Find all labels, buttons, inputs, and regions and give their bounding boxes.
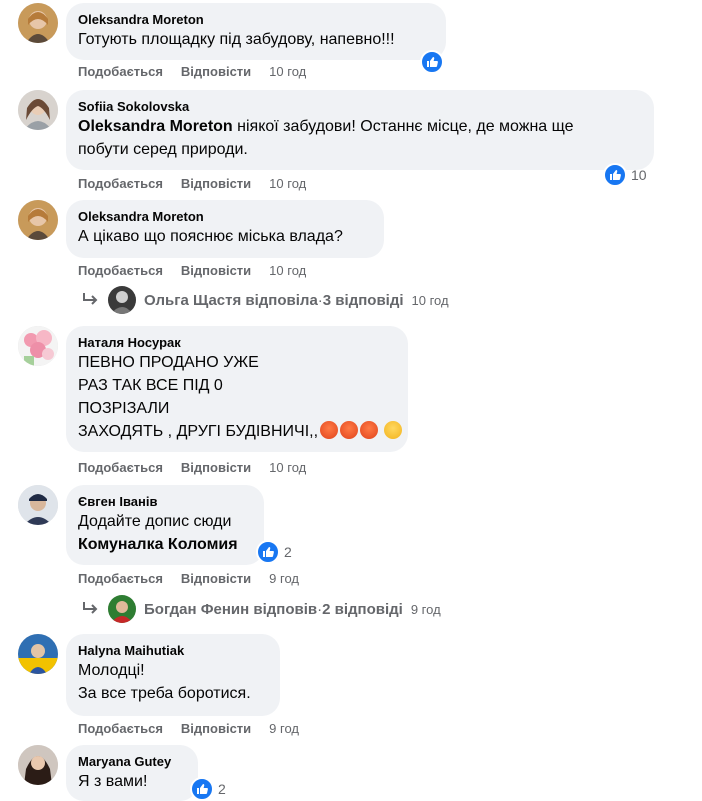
angry-emoji	[340, 421, 359, 439]
comment-author[interactable]: Maryana Gutey	[78, 753, 186, 770]
avatar[interactable]	[18, 745, 58, 785]
reply-button[interactable]: Відповісти	[181, 176, 251, 191]
avatar[interactable]	[18, 485, 58, 525]
comment-actions: Подобається Відповісти 10 год	[78, 460, 306, 475]
comment-text: Додайте допис сюди Комуналка Коломия	[78, 513, 238, 553]
reply-button[interactable]: Відповісти	[181, 64, 251, 79]
comment-author[interactable]: Halyna Maihutiak	[78, 642, 268, 659]
like-button[interactable]: Подобається	[78, 721, 163, 736]
thumbs-up-icon	[420, 50, 444, 74]
comment-bubble: Sofiia Sokolovska Oleksandra Moreton нія…	[66, 90, 654, 170]
thumbs-up-icon	[190, 777, 214, 801]
like-button[interactable]: Подобається	[78, 460, 163, 475]
mention-link[interactable]: Комуналка Коломия	[78, 536, 238, 553]
like-button[interactable]: Подобається	[78, 176, 163, 191]
comment-author[interactable]: Oleksandra Moreton	[78, 11, 434, 28]
reaction-count[interactable]: 2	[256, 540, 292, 564]
timestamp[interactable]: 10 год	[269, 176, 306, 191]
comment-author[interactable]: Oleksandra Moreton	[78, 208, 372, 225]
comment-author[interactable]: Наталя Носурак	[78, 334, 396, 351]
comment-text: Молодці! За все треба боротися.	[78, 662, 251, 702]
avatar	[108, 286, 136, 314]
comment-bubble: Maryana Gutey Я з вами!	[66, 745, 198, 801]
comment-actions: Подобається Відповісти 9 год	[78, 721, 299, 736]
comment-actions: Подобається Відповісти 9 год	[78, 571, 299, 586]
comment-text: Oleksandra Moreton ніякої забудови! Оста…	[78, 118, 574, 158]
comment-author[interactable]: Sofiia Sokolovska	[78, 98, 642, 115]
like-button[interactable]: Подобається	[78, 571, 163, 586]
reply-author: Ольга Щастя відповіла	[144, 291, 318, 309]
reply-button[interactable]: Відповісти	[181, 571, 251, 586]
comment-author[interactable]: Євген Іванів	[78, 493, 252, 510]
timestamp[interactable]: 10 год	[269, 460, 306, 475]
avatar[interactable]	[18, 90, 58, 130]
mention-link[interactable]: Oleksandra Moreton	[78, 118, 233, 135]
view-replies-link[interactable]: Ольга Щастя відповіла · 3 відповіді 10 г…	[82, 286, 449, 314]
comment-actions: Подобається Відповісти 10 год	[78, 263, 306, 278]
reply-author: Богдан Фенин відповів	[144, 600, 318, 618]
timestamp[interactable]: 10 год	[269, 263, 306, 278]
like-button[interactable]: Подобається	[78, 263, 163, 278]
reaction-number: 10	[631, 167, 647, 183]
comment-bubble: Halyna Maihutiak Молодці! За все треба б…	[66, 634, 280, 716]
comment-text: ПЕВНО ПРОДАНО УЖЕ РАЗ ТАК ВСЕ ПІД 0 ПОЗР…	[78, 351, 403, 443]
thumbs-up-icon	[603, 163, 627, 187]
reaction-number: 2	[218, 781, 226, 797]
reaction-count[interactable]	[420, 50, 444, 74]
timestamp[interactable]: 9 год	[269, 721, 299, 736]
timestamp[interactable]: 10 год	[269, 64, 306, 79]
timestamp[interactable]: 9 год	[269, 571, 299, 586]
reply-button[interactable]: Відповісти	[181, 460, 251, 475]
reply-arrow-icon	[83, 602, 98, 614]
comment-bubble: Oleksandra Moreton Готують площадку під …	[66, 3, 446, 60]
reply-count: 2 відповіді	[322, 600, 403, 618]
comment-text: А цікаво що пояснює міська влада?	[78, 228, 343, 245]
reply-button[interactable]: Відповісти	[181, 721, 251, 736]
view-replies-link[interactable]: Богдан Фенин відповів · 2 відповіді 9 го…	[82, 595, 441, 623]
avatar[interactable]	[18, 3, 58, 43]
sad-emoji	[384, 421, 403, 439]
reply-arrow-icon	[83, 293, 98, 305]
comment-bubble: Oleksandra Moreton А цікаво що пояснює м…	[66, 200, 384, 258]
timestamp: 9 год	[410, 601, 441, 617]
comment-text: Я з вами!	[78, 773, 148, 790]
reaction-count[interactable]: 2	[190, 777, 226, 801]
comment-bubble: Наталя Носурак ПЕВНО ПРОДАНО УЖЕ РАЗ ТАК…	[66, 326, 408, 452]
angry-emoji	[360, 421, 379, 439]
reaction-number: 2	[284, 544, 292, 560]
avatar[interactable]	[18, 326, 58, 366]
comment-bubble: Євген Іванів Додайте допис сюди Комуналк…	[66, 485, 264, 565]
comment-actions: Подобається Відповісти 10 год	[78, 176, 306, 191]
angry-emoji	[320, 421, 339, 439]
like-button[interactable]: Подобається	[78, 64, 163, 79]
comment-text: Готують площадку під забудову, напевно!!…	[78, 31, 395, 48]
comment-actions: Подобається Відповісти 10 год	[78, 64, 306, 79]
avatar[interactable]	[18, 634, 58, 674]
reaction-count[interactable]: 10	[603, 163, 647, 187]
reply-count: 3 відповіді	[322, 291, 404, 309]
thumbs-up-icon	[256, 540, 280, 564]
timestamp: 10 год	[411, 292, 449, 308]
reply-button[interactable]: Відповісти	[181, 263, 251, 278]
avatar[interactable]	[18, 200, 58, 240]
avatar	[108, 595, 136, 623]
